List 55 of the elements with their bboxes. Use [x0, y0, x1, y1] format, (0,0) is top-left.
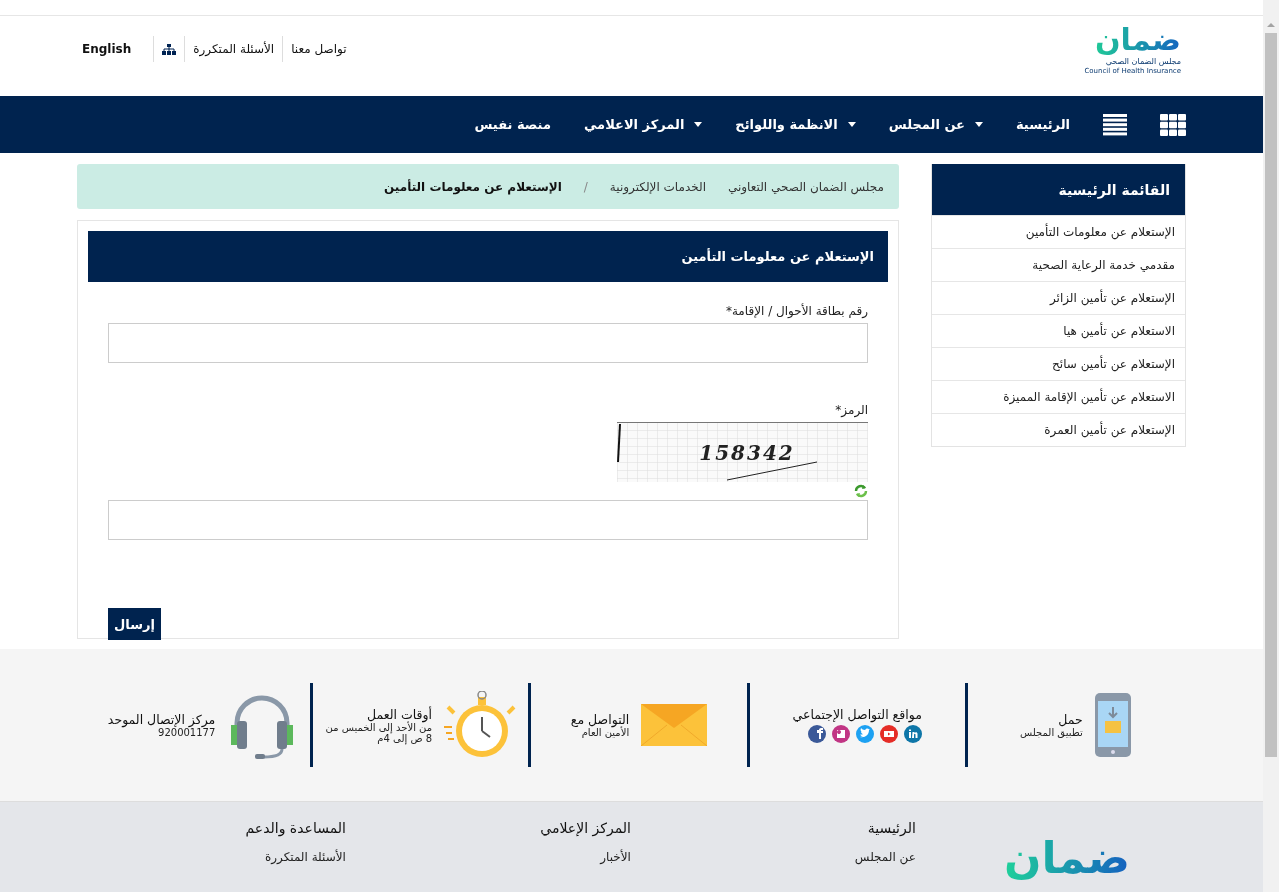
menu-icon[interactable]: [1103, 113, 1127, 136]
header-link[interactable]: الأسئلة المتكررة: [185, 42, 283, 56]
scrollbar-thumb[interactable]: [1265, 33, 1277, 757]
side-menu-item[interactable]: الإستعلام عن تأمين العمرة: [932, 413, 1185, 446]
field-label: رقم بطاقة الأحوال / الإقامة*: [725, 304, 868, 318]
linkedin-icon[interactable]: [903, 725, 922, 743]
side-menu-item[interactable]: الاستعلام عن تأمين هيا: [932, 314, 1185, 347]
side-menu-item[interactable]: الاستعلام عن تأمين الإقامة المميزة: [932, 380, 1185, 413]
side-menu-item[interactable]: الإستعلام عن معلومات التأمين: [932, 215, 1185, 248]
twitter-icon[interactable]: [855, 725, 874, 743]
sitemap-icon[interactable]: [162, 43, 177, 55]
contact-title: مواقع التواصل الإجتماعي: [792, 707, 922, 722]
grid-menu-icon[interactable]: [1160, 113, 1186, 136]
logo-arabic-name: مجلس الضمان الصحي: [1105, 56, 1181, 67]
contact-title: حمل: [1057, 712, 1083, 727]
footer-link[interactable]: عن المجلس: [630, 850, 916, 864]
nav-item[interactable]: الرئيسية: [1015, 117, 1070, 132]
language-link[interactable]: English: [82, 42, 132, 56]
breadcrumb-link[interactable]: مجلس الضمان الصحي التعاوني: [727, 179, 884, 194]
footer-heading: المركز الإعلامي: [539, 820, 631, 836]
side-menu-item[interactable]: مقدمي خدمة الرعاية الصحية: [932, 248, 1185, 281]
contact-title: مركز الإتصال الموحد: [107, 712, 216, 727]
contact-title: أوقات العمل: [366, 706, 433, 722]
side-menu-item[interactable]: الإستعلام عن تأمين الزائر: [932, 281, 1185, 314]
side-menu-item[interactable]: الإستعلام عن تأمين سائح: [932, 347, 1185, 380]
captcha-text: 158342: [699, 441, 795, 465]
nav-item[interactable]: الانظمة واللوائح: [735, 117, 856, 132]
nav-item[interactable]: عن المجلس: [888, 117, 983, 132]
nav-item[interactable]: منصة نفيس: [474, 117, 551, 132]
footer-heading: الرئيسية: [866, 820, 916, 836]
header-link[interactable]: تواصل معنا: [283, 42, 355, 56]
youtube-icon[interactable]: [879, 725, 898, 743]
contact-detail: 920001177: [158, 727, 216, 738]
footer-heading: المساعدة والدعم: [244, 820, 346, 836]
contact-detail: 8 ص إلى 4م: [376, 732, 433, 744]
submit-button[interactable]: إرسال: [108, 608, 161, 640]
breadcrumb-link[interactable]: الخدمات الإلكترونية: [609, 179, 706, 194]
stopwatch-icon[interactable]: [444, 691, 517, 759]
footer-link[interactable]: الأخبار: [345, 850, 631, 864]
contact-title: التواصل مع: [570, 712, 630, 727]
contact-detail: الأمين العام: [581, 727, 630, 738]
breadcrumb-current[interactable]: الإستعلام عن معلومات التأمين: [384, 179, 562, 194]
field-label: الرمز*: [835, 403, 868, 417]
form-title: الإستعلام عن معلومات التأمين: [88, 231, 888, 282]
footer-link[interactable]: الأسئلة المتكررة: [60, 850, 346, 864]
breadcrumb-separator: /: [583, 179, 588, 194]
instagram-icon[interactable]: [831, 725, 850, 743]
refresh-icon[interactable]: [854, 484, 868, 498]
contact-detail: تطبيق المجلس: [1020, 727, 1083, 738]
side-menu-title: القائمة الرئيسية: [932, 164, 1185, 215]
nav-item[interactable]: المركز الاعلامي: [583, 117, 703, 132]
captcha-field[interactable]: [108, 500, 868, 540]
phone-download-icon[interactable]: [1094, 693, 1131, 757]
facebook-icon[interactable]: [807, 725, 826, 743]
id-number-field[interactable]: [108, 323, 868, 363]
